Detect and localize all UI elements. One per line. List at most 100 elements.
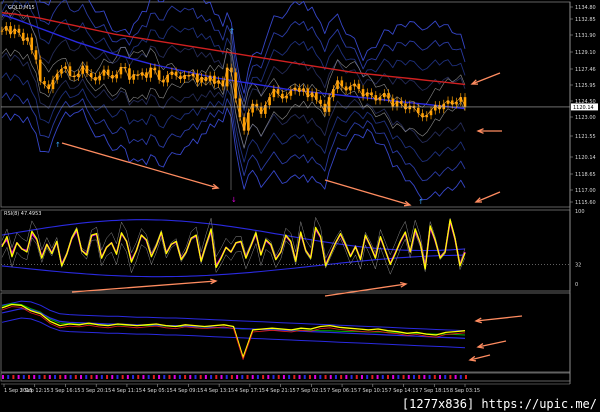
mini-bar	[298, 375, 301, 379]
mini-bar	[386, 375, 389, 379]
price-candle	[0, 30, 4, 32]
mini-bar	[147, 375, 150, 379]
mini-bar	[246, 375, 249, 379]
trend-arrow	[71, 280, 217, 293]
price-tick-label: 1134.80	[575, 5, 596, 11]
mini-bar	[121, 375, 124, 379]
mini-bar	[319, 375, 322, 379]
time-tick-label: 7 Sep 10:15	[358, 388, 388, 394]
watermark-text: [1277x836] https://upic.me/	[402, 397, 597, 411]
mini-bar	[64, 375, 67, 379]
mini-bar	[449, 375, 452, 379]
mini-bar	[241, 375, 244, 379]
mini-bar	[288, 375, 291, 379]
mini-bar	[90, 375, 93, 379]
rsi-tick-label: 100	[575, 209, 585, 215]
mini-bar	[173, 375, 176, 379]
price-tick-label: 1121.55	[575, 134, 596, 140]
mini-bar	[334, 375, 337, 379]
mini-bar	[282, 375, 285, 379]
rsi-band-lower-line	[1, 254, 466, 278]
mini-bar	[168, 375, 171, 379]
mini-bar	[126, 375, 129, 379]
time-tick-label: 8 Sep 03:15	[450, 388, 480, 394]
mini-bar	[111, 375, 114, 379]
time-tick-label: 3 Sep 12:15	[20, 388, 50, 394]
trend-arrow	[324, 179, 411, 206]
mini-bar	[272, 375, 275, 379]
mini-bar	[407, 375, 410, 379]
time-tick-label: 4 Sep 09:15	[173, 388, 203, 394]
price-band-upper-line	[1, 0, 466, 111]
mini-bar	[220, 375, 223, 379]
mini-bar	[215, 375, 218, 379]
mini-bar	[444, 375, 447, 379]
mini-bar	[251, 375, 254, 379]
time-tick-label: 7 Sep 02:15	[296, 388, 326, 394]
callout-arrow	[475, 191, 501, 203]
time-tick-label: 3 Sep 16:15	[50, 388, 80, 394]
mini-bar	[59, 375, 62, 379]
mini-bar	[142, 375, 145, 379]
mini-bar	[397, 375, 400, 379]
mini-bar	[423, 375, 426, 379]
up-arrow-icon: ↑	[418, 198, 424, 206]
time-tick-label: 4 Sep 13:15	[204, 388, 234, 394]
price-tick-label: 1129.10	[575, 50, 596, 56]
rsi-tick-label: 0	[575, 282, 578, 288]
mini-bar	[74, 375, 77, 379]
mini-bar	[12, 375, 15, 379]
time-tick-label: 4 Sep 21:15	[265, 388, 295, 394]
mini-bar	[267, 375, 270, 379]
chart-root: ↑ ↑ ↑ ↓ GOLD,M15 1134.80 1132.85 1131.90 1129.10…	[0, 0, 600, 412]
mini-bar	[210, 375, 213, 379]
mini-bar	[256, 375, 259, 379]
mini-bar	[293, 375, 296, 379]
mini-bar	[178, 375, 181, 379]
mini-bar	[106, 375, 109, 379]
mini-bar	[194, 375, 197, 379]
mini-bar	[371, 375, 374, 379]
mini-bar	[204, 375, 207, 379]
mini-bar	[43, 375, 46, 379]
mini-bar	[95, 375, 98, 379]
mini-bar	[48, 375, 51, 379]
time-tick-label: 7 Sep 06:15	[327, 388, 357, 394]
mini-bar	[329, 375, 332, 379]
mini-bar	[163, 375, 166, 379]
mini-bar	[100, 375, 103, 379]
mini-bar	[69, 375, 72, 379]
time-tick-label: 3 Sep 20:15	[81, 388, 111, 394]
mini-bar	[137, 375, 140, 379]
price-tick-label: 1117.00	[575, 188, 596, 194]
time-tick-label: 4 Sep 17:15	[235, 388, 265, 394]
trend-arrow	[61, 142, 219, 189]
mini-bar	[38, 375, 41, 379]
mini-bar	[277, 375, 280, 379]
mini-bar	[22, 375, 25, 379]
rsi-panel-title: RSI(8) 47.4953	[4, 211, 41, 217]
mini-bar	[54, 375, 57, 379]
mini-bar	[225, 375, 228, 379]
mini-bar	[428, 375, 431, 379]
mini-bar	[355, 375, 358, 379]
price-panel-title: GOLD,M15	[8, 5, 35, 11]
time-tick-label: 4 Sep 05:15	[143, 388, 173, 394]
time-tick-label: 7 Sep 14:15	[388, 388, 418, 394]
mini-bar	[392, 375, 395, 379]
mini-bar	[80, 375, 83, 379]
mini-bar	[85, 375, 88, 379]
rsi-tick-label: 32	[575, 262, 581, 268]
mini-bar	[33, 375, 36, 379]
mini-bar	[189, 375, 192, 379]
osc-green-line	[1, 303, 466, 336]
mini-bar	[262, 375, 265, 379]
mini-bar	[303, 375, 306, 379]
mini-bar	[454, 375, 457, 379]
mini-bar	[366, 375, 369, 379]
mini-bar	[345, 375, 348, 379]
callout-arrow	[471, 72, 501, 85]
up-arrow-icon: ↑	[55, 141, 61, 149]
callout-arrow	[475, 315, 523, 322]
mini-bar	[132, 375, 135, 379]
